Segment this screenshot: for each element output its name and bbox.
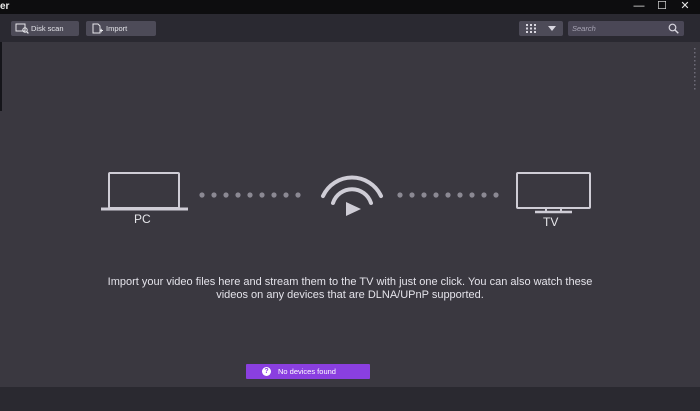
instructions-line-1: Import your video files here and stream …: [107, 276, 593, 288]
stream-graphic: [101, 172, 591, 216]
tv-label: TV: [543, 215, 559, 229]
stream-diagram: PC TV Import your video files here and s…: [0, 0, 700, 411]
bottom-bar: [0, 387, 700, 411]
instructions-text: Import your video files here and stream …: [30, 276, 670, 302]
laptop-icon: [101, 172, 188, 211]
tv-icon: [516, 172, 591, 214]
instructions-line-2: videos on any devices that are DLNA/UPnP…: [216, 289, 484, 301]
no-devices-button[interactable]: ? No devices found: [246, 364, 370, 379]
no-devices-label: No devices found: [278, 367, 336, 376]
connection-dots-left: [199, 192, 301, 198]
pc-label: PC: [134, 212, 151, 226]
connection-dots-right: [397, 192, 499, 198]
wifi-stream-icon: [321, 175, 383, 216]
question-icon: ?: [262, 367, 271, 376]
